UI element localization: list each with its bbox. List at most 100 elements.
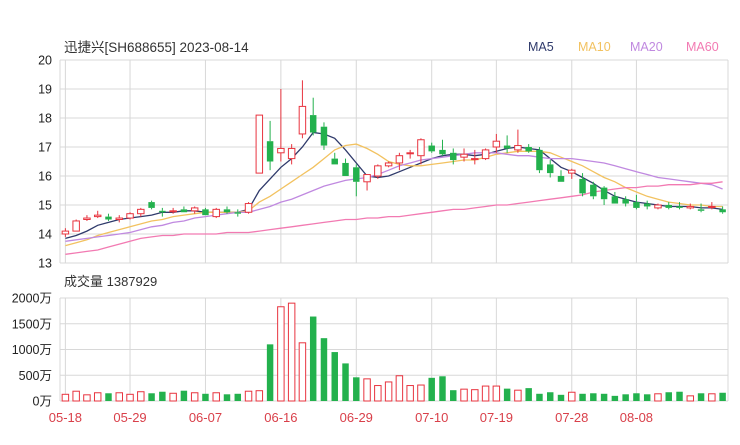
- candle-body: [460, 153, 468, 158]
- candle: [320, 122, 328, 150]
- candle: [471, 149, 479, 165]
- candle-body: [180, 209, 188, 213]
- candle-body: [342, 162, 349, 176]
- volume-grid: [59, 297, 729, 402]
- candle: [611, 191, 619, 204]
- candle: [536, 147, 543, 174]
- candle-body: [115, 217, 123, 221]
- candle-body: [536, 149, 543, 171]
- volume-bar: [633, 393, 640, 401]
- candle: [557, 170, 565, 182]
- candle: [105, 213, 112, 221]
- volume-bar: [309, 316, 317, 401]
- volume-bar: [255, 390, 264, 402]
- candle: [180, 206, 188, 213]
- candle: [643, 200, 651, 210]
- candle: [93, 210, 102, 219]
- volume-axis: 0万 500万 1000万 1500万 2000万: [12, 292, 52, 409]
- candle-body: [384, 162, 393, 167]
- volume-bar: [169, 392, 177, 402]
- candle-body: [546, 164, 554, 174]
- candle-body: [234, 212, 242, 214]
- date-tick-label: 07-19: [480, 410, 513, 425]
- price-tick-label: 16: [38, 170, 52, 184]
- volume-bar: [708, 393, 716, 402]
- candle: [363, 174, 371, 191]
- volume-bar: [503, 388, 511, 401]
- date-tick-label: 07-10: [415, 410, 448, 425]
- candle: [234, 209, 242, 217]
- candle-body: [190, 207, 199, 212]
- price-grid: [59, 59, 729, 264]
- volume-bars: [61, 302, 726, 402]
- candle-body: [471, 158, 479, 161]
- volume-bar: [212, 392, 220, 402]
- date-tick-label: 05-18: [49, 410, 82, 425]
- volume-bar: [697, 393, 705, 401]
- candle: [395, 152, 404, 171]
- candle-body: [93, 214, 102, 218]
- candle-body: [633, 202, 640, 208]
- candle: [202, 207, 209, 216]
- candles: [61, 80, 726, 237]
- volume-bar: [536, 393, 543, 401]
- volume-bar: [579, 393, 586, 401]
- candle-body: [395, 155, 404, 164]
- date-tick-label: 06-29: [340, 410, 373, 425]
- volume-bar: [395, 375, 404, 402]
- candle-body: [320, 126, 328, 146]
- ma-line-ma60: [65, 181, 723, 255]
- price-tick-label: 13: [38, 257, 52, 271]
- price-axis: 13 14 15 16 17 18 19 20: [38, 54, 52, 271]
- candle: [546, 160, 554, 178]
- price-tick-label: 19: [38, 83, 52, 97]
- volume-bar: [676, 391, 683, 401]
- volume-bar: [557, 394, 565, 401]
- candle: [568, 168, 576, 179]
- candle-body: [492, 140, 501, 148]
- candle-body: [363, 174, 371, 183]
- price-tick-label: 17: [38, 141, 52, 155]
- volume-bar: [719, 392, 726, 401]
- candle: [212, 207, 220, 219]
- volume-bar: [83, 394, 91, 402]
- legend-item-ma20: MA20: [630, 40, 663, 54]
- volume-bar: [363, 378, 371, 402]
- candle: [633, 194, 640, 210]
- volume-bar: [234, 393, 242, 401]
- candle-body: [579, 178, 586, 194]
- candle-body: [654, 204, 662, 209]
- ma-line-ma5: [65, 131, 723, 240]
- candle-body: [590, 184, 597, 197]
- candle-body: [331, 158, 338, 165]
- volume-bar: [148, 393, 155, 401]
- volume-bar: [643, 394, 651, 401]
- candle-body: [298, 105, 307, 135]
- candle-body: [514, 145, 522, 151]
- price-tick-label: 15: [38, 199, 52, 213]
- candle: [600, 186, 608, 205]
- volume-bar: [471, 389, 479, 402]
- volume-bar: [320, 338, 328, 401]
- candle-body: [277, 147, 285, 154]
- candle-body: [105, 216, 112, 220]
- candle: [353, 164, 360, 197]
- candle-body: [202, 209, 209, 216]
- candle: [115, 215, 123, 223]
- candle-body: [159, 210, 166, 213]
- volume-bar: [481, 385, 490, 402]
- date-tick-label: 06-16: [264, 410, 297, 425]
- volume-bar: [244, 390, 253, 402]
- volume-bar: [654, 393, 662, 402]
- volume-bar: [460, 388, 468, 402]
- price-tick-label: 20: [38, 54, 52, 68]
- candle: [503, 135, 511, 153]
- candle: [159, 207, 166, 217]
- candle: [266, 120, 274, 171]
- date-tick-label: 05-29: [113, 410, 146, 425]
- legend-item-ma10: MA10: [578, 40, 611, 54]
- candle-body: [417, 139, 425, 157]
- candle-body: [643, 203, 651, 207]
- candle: [83, 215, 91, 221]
- candle-body: [61, 230, 70, 235]
